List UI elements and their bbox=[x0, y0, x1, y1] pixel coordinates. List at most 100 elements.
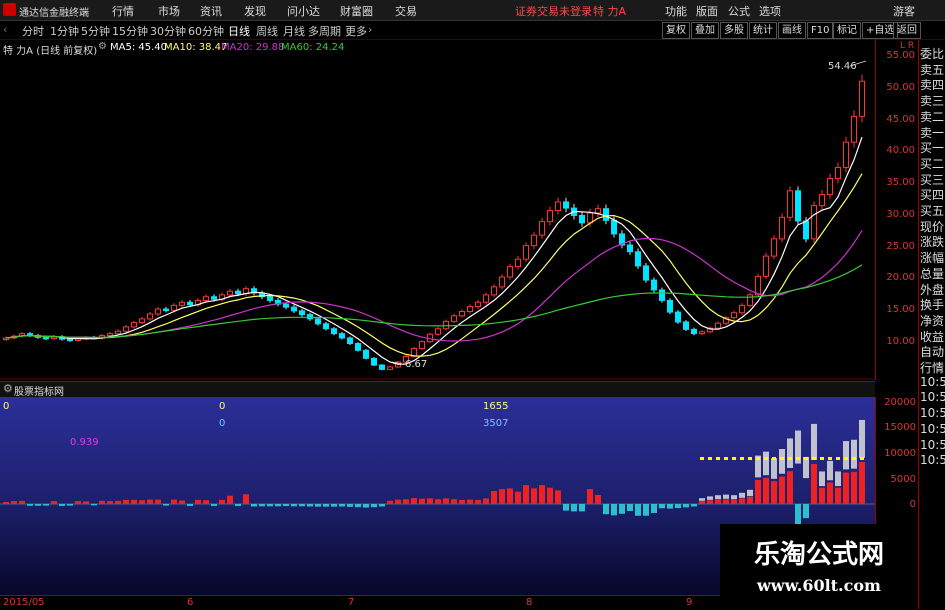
btn-stats[interactable]: 统计 bbox=[749, 22, 777, 39]
indicator-bar bbox=[467, 499, 473, 504]
btn-mark[interactable]: 标记 bbox=[833, 22, 861, 39]
menu-item-trade[interactable]: 交易 bbox=[395, 3, 417, 19]
indicator-bar bbox=[819, 487, 825, 504]
period-multi[interactable]: 多周期 bbox=[308, 23, 341, 39]
indicator-bar bbox=[195, 499, 201, 504]
quote-label: 买四 bbox=[920, 188, 945, 203]
period-weekly[interactable]: 周线 bbox=[256, 23, 278, 39]
price-tick: 45.00 bbox=[886, 114, 915, 125]
menu-item-discover[interactable]: 发现 bbox=[244, 3, 266, 19]
indicator-bar bbox=[275, 504, 281, 507]
candle bbox=[691, 328, 697, 335]
indicator-bar bbox=[763, 477, 769, 504]
price-axis: L R 55.00 50.00 45.00 40.00 35.00 30.00 … bbox=[875, 40, 919, 380]
candle bbox=[539, 221, 545, 236]
indicator-bar bbox=[547, 487, 553, 504]
indicator-bar bbox=[483, 498, 489, 504]
period-30min[interactable]: 30分钟 bbox=[150, 23, 186, 39]
menu-formula[interactable]: 公式 bbox=[728, 3, 750, 19]
period-fenshi[interactable]: 分时 bbox=[22, 23, 44, 39]
time-label: 8 bbox=[526, 597, 533, 608]
btn-overlay[interactable]: 叠加 bbox=[691, 22, 719, 39]
period-more[interactable]: 更多 bbox=[345, 23, 367, 39]
price-tick: 30.00 bbox=[886, 209, 915, 220]
btn-fuquan[interactable]: 复权 bbox=[662, 22, 690, 39]
candle bbox=[363, 349, 369, 359]
menu-item-hq[interactable]: 行情 bbox=[112, 3, 134, 19]
indicator-bar bbox=[115, 500, 121, 504]
menu-item-news[interactable]: 资讯 bbox=[200, 3, 222, 19]
period-5min[interactable]: 5分钟 bbox=[81, 23, 110, 39]
period-monthly[interactable]: 月线 bbox=[283, 23, 305, 39]
indicator-bar bbox=[787, 471, 793, 504]
signal-mark bbox=[724, 457, 728, 460]
candle bbox=[587, 212, 593, 224]
candle bbox=[779, 216, 785, 240]
indicator-panel-header: ⚙ 股票指标网 bbox=[0, 381, 875, 398]
guest-user[interactable]: 游客 bbox=[893, 3, 915, 19]
period-daily[interactable]: 日线 bbox=[228, 23, 250, 39]
indicator-bar bbox=[723, 494, 729, 499]
menu-options[interactable]: 选项 bbox=[759, 3, 781, 19]
signal-mark bbox=[716, 457, 720, 460]
indicator-bar bbox=[187, 504, 193, 506]
candle bbox=[355, 343, 361, 351]
quote-label: 卖五 bbox=[920, 62, 945, 77]
candle bbox=[475, 301, 481, 308]
btn-multi-stock[interactable]: 多股 bbox=[720, 22, 748, 39]
menu-function[interactable]: 功能 bbox=[665, 3, 687, 19]
menu-layout[interactable]: 版面 bbox=[696, 3, 718, 19]
candlestick-chart[interactable]: 54.46 6.67 bbox=[0, 56, 875, 380]
menu-item-ask[interactable]: 问小达 bbox=[287, 3, 320, 19]
indicator-bar bbox=[755, 479, 761, 504]
btn-draw[interactable]: 画线 bbox=[778, 22, 806, 39]
indicator-bar bbox=[107, 501, 113, 504]
candle bbox=[451, 315, 457, 322]
indicator-bar bbox=[771, 481, 777, 504]
indicator-name[interactable]: 股票指标网 bbox=[14, 383, 64, 398]
indicator-bar bbox=[619, 504, 625, 514]
indicator-bar bbox=[707, 500, 713, 504]
indicator-tick: 15000 bbox=[884, 422, 916, 433]
ma10-value: MA10: 38.47 bbox=[164, 42, 228, 53]
quote-label: 10:5 bbox=[920, 437, 945, 452]
menu-item-wealth[interactable]: 财富圈 bbox=[340, 3, 373, 19]
candle bbox=[115, 330, 121, 335]
indicator-bar bbox=[363, 504, 369, 508]
quote-label: 净资 bbox=[920, 313, 945, 328]
indicator-bar bbox=[803, 504, 809, 519]
top-menu-bar: 通达信金融终端 行情 市场 资讯 发现 问小达 财富圈 交易 证券交易未登录 特… bbox=[0, 0, 945, 21]
candle bbox=[675, 311, 681, 323]
indicator-bar bbox=[723, 499, 729, 504]
signal-mark bbox=[860, 457, 864, 460]
period-15min[interactable]: 15分钟 bbox=[112, 23, 148, 39]
candle bbox=[443, 320, 449, 330]
indicator-bar bbox=[699, 498, 705, 501]
settings-gear-icon[interactable]: ⚙ bbox=[98, 41, 107, 52]
candle bbox=[627, 244, 633, 253]
indicator-tick: 10000 bbox=[884, 448, 916, 459]
period-1min[interactable]: 1分钟 bbox=[50, 23, 79, 39]
indicator-bar bbox=[747, 496, 753, 504]
indicator-bar bbox=[859, 461, 865, 504]
indicator-bar bbox=[563, 504, 569, 511]
indicator-bar bbox=[203, 500, 209, 504]
candle bbox=[771, 238, 777, 257]
period-60min[interactable]: 60分钟 bbox=[188, 23, 224, 39]
quote-label: 买一 bbox=[920, 141, 945, 156]
indicator-bar bbox=[355, 504, 361, 508]
menu-item-market[interactable]: 市场 bbox=[158, 3, 180, 19]
indicator-bar bbox=[795, 504, 801, 527]
collapse-icon[interactable]: ‹ bbox=[3, 23, 7, 36]
quote-label: 买二 bbox=[920, 156, 945, 171]
candle bbox=[811, 205, 817, 240]
quote-label: 买三 bbox=[920, 172, 945, 187]
chevron-right-icon[interactable]: › bbox=[368, 23, 372, 36]
settings-gear-icon[interactable]: ⚙ bbox=[3, 382, 13, 395]
signal-mark bbox=[780, 457, 784, 460]
candle bbox=[611, 219, 617, 235]
btn-f10[interactable]: F10 bbox=[807, 22, 834, 39]
btn-back[interactable]: 返回 bbox=[893, 22, 921, 39]
login-status[interactable]: 证券交易未登录 bbox=[515, 3, 592, 19]
candle bbox=[827, 178, 833, 196]
